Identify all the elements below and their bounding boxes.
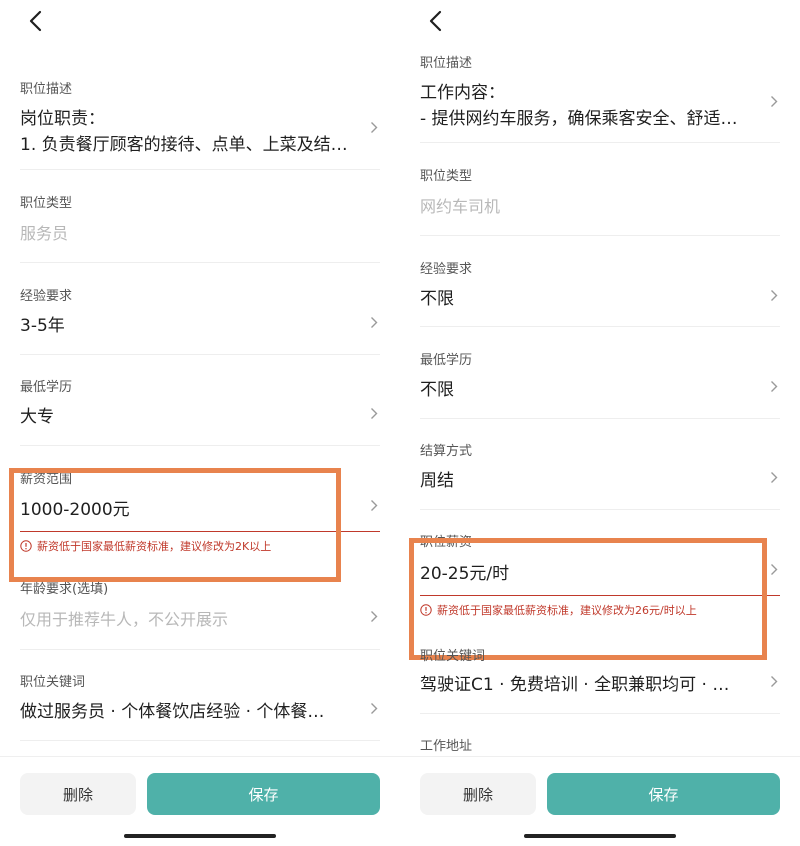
- left-screen: 职位描述 岗位职责： 1. 负责餐厅顾客的接待、点单、上菜及结… 职位类型 服务…: [0, 0, 400, 846]
- education-label: 最低学历: [420, 353, 473, 368]
- home-indicator[interactable]: [524, 834, 676, 838]
- keywords-field[interactable]: 职位关键词 驾驶证C1 · 免费培训 · 全职兼职均可 · …: [420, 643, 780, 699]
- description-label: 职位描述: [420, 56, 473, 71]
- bottom-action-bar: 删除 保存: [400, 756, 800, 846]
- keywords-label: 职位关键词: [20, 675, 86, 690]
- back-button[interactable]: [422, 8, 448, 34]
- divider: [420, 142, 780, 143]
- experience-value: 3-5年: [20, 316, 65, 336]
- divider: [420, 713, 780, 714]
- chevron-right-icon: [368, 609, 380, 623]
- settlement-value: 周结: [420, 471, 454, 491]
- job-type-value: 服务员: [20, 224, 69, 243]
- job-type-label: 职位类型: [420, 169, 473, 184]
- highlight-box: [409, 538, 767, 660]
- experience-label: 经验要求: [20, 289, 73, 304]
- divider: [20, 354, 380, 355]
- settlement-label: 结算方式: [420, 444, 473, 459]
- education-value: 不限: [420, 380, 454, 400]
- chevron-right-icon: [768, 470, 780, 484]
- description-line-1: 工作内容：: [420, 83, 505, 103]
- description-line-2: 1. 负责餐厅顾客的接待、点单、上菜及结…: [20, 135, 348, 155]
- chevron-right-icon: [368, 406, 380, 420]
- education-field[interactable]: 最低学历 大专: [20, 374, 380, 427]
- experience-field[interactable]: 经验要求 不限: [420, 256, 780, 309]
- back-arrow-icon: [429, 10, 442, 32]
- highlight-box: [9, 468, 341, 582]
- education-label: 最低学历: [20, 380, 73, 395]
- age-label: 年龄要求(选填): [20, 582, 109, 597]
- keywords-field[interactable]: 职位关键词 做过服务员 · 个体餐饮店经验 · 个体餐…: [20, 669, 380, 725]
- divider: [20, 169, 380, 170]
- back-arrow-icon: [29, 10, 42, 32]
- age-field[interactable]: 年龄要求(选填) 仅用于推荐牛人，不公开展示: [20, 576, 380, 632]
- divider: [20, 649, 380, 650]
- delete-button[interactable]: 删除: [20, 773, 136, 815]
- age-placeholder: 仅用于推荐牛人，不公开展示: [20, 610, 229, 629]
- chevron-right-icon: [768, 379, 780, 393]
- chevron-right-icon: [368, 315, 380, 329]
- save-button[interactable]: 保存: [147, 773, 380, 815]
- divider: [420, 418, 780, 419]
- settlement-field[interactable]: 结算方式 周结: [420, 438, 780, 491]
- divider: [20, 740, 380, 741]
- chevron-right-icon: [768, 288, 780, 302]
- experience-value: 不限: [420, 289, 454, 309]
- description-field[interactable]: 职位描述 岗位职责： 1. 负责餐厅顾客的接待、点单、上菜及结…: [20, 76, 380, 156]
- chevron-right-icon: [768, 94, 780, 108]
- home-indicator[interactable]: [124, 834, 276, 838]
- divider: [20, 262, 380, 263]
- job-type-field: 职位类型 网约车司机: [420, 163, 780, 216]
- address-label: 工作地址: [420, 739, 473, 754]
- divider: [420, 326, 780, 327]
- keywords-value: 做过服务员 · 个体餐饮店经验 · 个体餐…: [20, 702, 325, 722]
- save-button[interactable]: 保存: [547, 773, 780, 815]
- education-field[interactable]: 最低学历 不限: [420, 347, 780, 400]
- delete-button[interactable]: 删除: [420, 773, 536, 815]
- chevron-right-icon: [768, 674, 780, 688]
- keywords-value: 驾驶证C1 · 免费培训 · 全职兼职均可 · …: [420, 675, 730, 695]
- description-field[interactable]: 职位描述 工作内容： - 提供网约车服务，确保乘客安全、舒适…: [420, 50, 780, 130]
- bottom-action-bar: 删除 保存: [0, 756, 400, 846]
- back-button[interactable]: [22, 8, 48, 34]
- experience-label: 经验要求: [420, 262, 473, 277]
- address-field[interactable]: 工作地址: [420, 733, 780, 755]
- keywords-label: 职位关键词: [420, 649, 486, 664]
- description-line-2: - 提供网约车服务，确保乘客安全、舒适…: [420, 109, 738, 129]
- divider: [20, 445, 380, 446]
- right-screen: 职位描述 工作内容： - 提供网约车服务，确保乘客安全、舒适… 职位类型 网约车…: [400, 0, 800, 846]
- description-line-1: 岗位职责：: [20, 109, 105, 129]
- job-type-field: 职位类型 服务员: [20, 190, 380, 243]
- job-type-label: 职位类型: [20, 196, 73, 211]
- job-type-value: 网约车司机: [420, 197, 501, 216]
- divider: [420, 509, 780, 510]
- chevron-right-icon: [768, 562, 780, 576]
- divider: [420, 235, 780, 236]
- experience-field[interactable]: 经验要求 3-5年: [20, 283, 380, 336]
- chevron-right-icon: [368, 498, 380, 512]
- description-label: 职位描述: [20, 82, 73, 97]
- chevron-right-icon: [368, 120, 380, 134]
- education-value: 大专: [20, 407, 54, 427]
- chevron-right-icon: [368, 701, 380, 715]
